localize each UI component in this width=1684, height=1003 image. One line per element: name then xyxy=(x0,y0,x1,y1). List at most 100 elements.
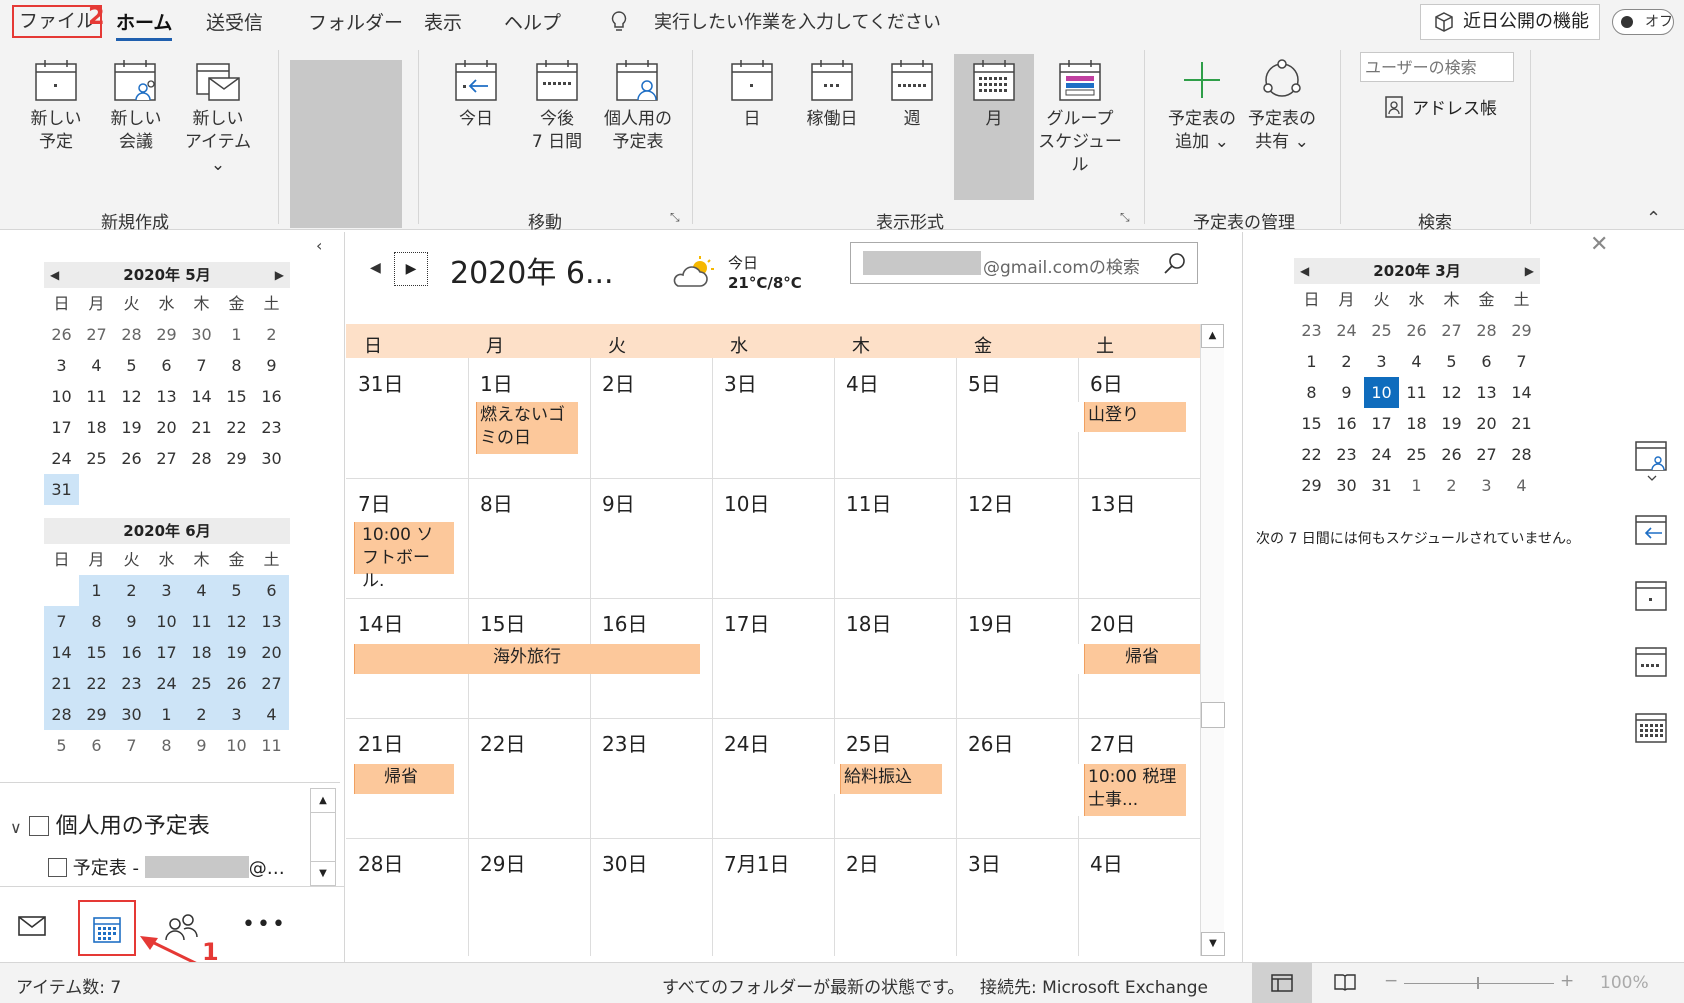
mini-calendar-day[interactable]: 14 xyxy=(1504,377,1539,408)
mini-calendar-day[interactable]: 25 xyxy=(1399,439,1434,470)
mini-calendar-day[interactable]: 11 xyxy=(184,606,219,637)
mini-calendar-day[interactable]: 6 xyxy=(149,350,184,381)
calendar-nav-button[interactable] xyxy=(78,900,136,956)
today-button[interactable]: 今日 xyxy=(446,44,506,131)
mini-calendar-day[interactable]: 7 xyxy=(184,350,219,381)
mini-calendar-day[interactable]: 10 xyxy=(149,606,184,637)
calendar-day-cell[interactable]: 3日 xyxy=(724,368,757,397)
mini-calendar-day[interactable]: 31 xyxy=(1364,470,1399,501)
mini-calendar-day[interactable]: 16 xyxy=(114,637,149,668)
meeting-icon[interactable] xyxy=(1634,438,1670,486)
event-homecoming-21[interactable]: 帰省 xyxy=(348,764,454,794)
personal-calendar-button[interactable]: 個人用の 予定表 xyxy=(598,44,678,154)
calendar-day-cell[interactable]: 1日 xyxy=(480,368,513,397)
calendar-scrollbar[interactable]: ▲ ▼ xyxy=(1200,324,1225,956)
mini-calendar-day[interactable]: 10 xyxy=(1364,377,1399,408)
mini-calendar-day[interactable]: 23 xyxy=(1294,315,1329,346)
mini-calendar-day[interactable]: 21 xyxy=(184,412,219,443)
reading-view-icon[interactable] xyxy=(1334,973,1356,996)
mini-calendar-day[interactable]: 18 xyxy=(184,637,219,668)
calendar-day-cell[interactable]: 4日 xyxy=(846,368,879,397)
mini-calendar-day[interactable]: 4 xyxy=(1399,346,1434,377)
mini-calendar-day[interactable]: 26 xyxy=(114,443,149,474)
calendar-day-cell[interactable]: 9日 xyxy=(602,488,635,517)
calendar-day-cell[interactable]: 14日 xyxy=(358,608,403,637)
collapse-ribbon-icon[interactable]: ⌃ xyxy=(1646,208,1661,229)
mini-calendar-day[interactable]: 22 xyxy=(79,668,114,699)
calendar-day-cell[interactable]: 29日 xyxy=(480,848,525,877)
calendar-day-cell[interactable]: 23日 xyxy=(602,728,647,757)
tab-help[interactable]: ヘルプ xyxy=(504,8,561,35)
prev-period-icon[interactable]: ◀ xyxy=(370,260,381,276)
mini-calendar-day[interactable]: 1 xyxy=(1399,470,1434,501)
mini-calendar-day[interactable]: 14 xyxy=(184,381,219,412)
mini-calendar-day[interactable]: 23 xyxy=(114,668,149,699)
mini-calendar-day[interactable]: 23 xyxy=(254,412,289,443)
share-calendar-button[interactable]: 予定表の 共有 ⌄ xyxy=(1244,44,1320,154)
month-view-icon[interactable] xyxy=(1634,710,1670,750)
calendar-day-cell[interactable]: 20日 xyxy=(1090,608,1135,637)
folder-scrollbar[interactable]: ▲ ▼ xyxy=(310,788,336,886)
calendar-search-input[interactable]: @gmail.comの検索 xyxy=(850,242,1198,284)
mini-calendar-day[interactable]: 16 xyxy=(254,381,289,412)
calendar-day-cell[interactable]: 24日 xyxy=(724,728,769,757)
mini-calendar-day[interactable]: 24 xyxy=(44,443,79,474)
mini-calendar-day[interactable]: 5 xyxy=(114,350,149,381)
coming-soon-button[interactable]: 近日公開の機能 xyxy=(1420,4,1600,40)
mail-icon[interactable] xyxy=(18,916,46,940)
zoom-slider[interactable] xyxy=(1404,983,1554,984)
checkbox[interactable] xyxy=(48,858,67,877)
mini-calendar-day[interactable]: 25 xyxy=(79,443,114,474)
mini-calendar-day[interactable]: 8 xyxy=(79,606,114,637)
mini-calendar-day[interactable]: 1 xyxy=(149,699,184,730)
week-view-icon[interactable] xyxy=(1634,644,1670,684)
calendar-folder-item[interactable]: 予定表 - @… xyxy=(48,854,285,880)
work-week-button[interactable]: 稼働日 xyxy=(800,44,864,131)
mini-calendar-day[interactable]: 20 xyxy=(149,412,184,443)
calendar-day-cell[interactable]: 31日 xyxy=(358,368,403,397)
calendar-day-cell[interactable]: 7日 xyxy=(358,488,391,517)
next-period-icon[interactable]: ▶ xyxy=(394,252,428,286)
mini-calendar-grid[interactable]: 日月火水木金土 26 27 28 29 30 1 2 3 4 5 6 7 8 9 10 11 12 13 14 15 16… xyxy=(44,288,290,505)
prev-month-icon[interactable]: ◀ xyxy=(50,262,59,288)
mini-calendar-day[interactable]: 18 xyxy=(79,412,114,443)
mini-calendar-day[interactable]: 3 xyxy=(1364,346,1399,377)
calendar-day-cell[interactable]: 22日 xyxy=(480,728,525,757)
more-icon[interactable]: ••• xyxy=(242,912,287,937)
mini-calendar-day[interactable]: 18 xyxy=(1399,408,1434,439)
calendar-day-cell[interactable]: 15日 xyxy=(480,608,525,637)
event-salary[interactable]: 給料振込 xyxy=(834,764,942,794)
mini-calendar-day[interactable]: 22 xyxy=(1294,439,1329,470)
folder-group-personal[interactable]: ∨ 個人用の予定表 xyxy=(10,808,210,840)
normal-view-button[interactable] xyxy=(1252,963,1312,1003)
mini-calendar-day[interactable]: 29 xyxy=(149,319,184,350)
mini-calendar-day[interactable]: 6 xyxy=(254,575,289,606)
mini-calendar-day[interactable]: 1 xyxy=(219,319,254,350)
calendar-day-cell[interactable]: 19日 xyxy=(968,608,1013,637)
prev-month-icon[interactable]: ◀ xyxy=(1300,258,1309,284)
mini-calendar-day[interactable]: 13 xyxy=(1469,377,1504,408)
next-7-days-button[interactable]: 今後 7 日間 xyxy=(522,44,592,154)
zoom-out-icon[interactable]: − xyxy=(1384,971,1398,991)
mini-calendar-day[interactable]: 3 xyxy=(44,350,79,381)
mini-calendar-day[interactable]: 26 xyxy=(44,319,79,350)
calendar-day-cell[interactable]: 6日 xyxy=(1090,368,1123,397)
new-meeting-button[interactable]: 新しい 会議 xyxy=(100,44,172,154)
mini-calendar-day[interactable]: 7 xyxy=(44,606,79,637)
scroll-thumb[interactable] xyxy=(1201,702,1225,728)
mini-calendar-day[interactable]: 29 xyxy=(1294,470,1329,501)
mini-calendar-day[interactable]: 28 xyxy=(1469,315,1504,346)
mini-calendar-day[interactable]: 5 xyxy=(44,730,79,761)
mini-calendar-day[interactable]: 8 xyxy=(1294,377,1329,408)
mini-calendar-day[interactable]: 21 xyxy=(1504,408,1539,439)
mini-calendar-day[interactable]: 30 xyxy=(184,319,219,350)
calendar-day-cell[interactable]: 30日 xyxy=(602,848,647,877)
mini-calendar-grid[interactable]: 日月火水木金土 1 2 3 4 5 6 7 8 9 10 11 12 13 14 15 16 17 18 19 20 21… xyxy=(44,544,290,761)
mini-calendar-day[interactable]: 24 xyxy=(1329,315,1364,346)
mini-calendar-day[interactable]: 4 xyxy=(184,575,219,606)
mini-calendar-day[interactable]: 11 xyxy=(79,381,114,412)
calendar-day-cell[interactable]: 21日 xyxy=(358,728,403,757)
month-view-button[interactable]: 月 xyxy=(954,54,1034,200)
calendar-day-cell[interactable]: 5日 xyxy=(968,368,1001,397)
mini-calendar-day[interactable]: 12 xyxy=(1434,377,1469,408)
